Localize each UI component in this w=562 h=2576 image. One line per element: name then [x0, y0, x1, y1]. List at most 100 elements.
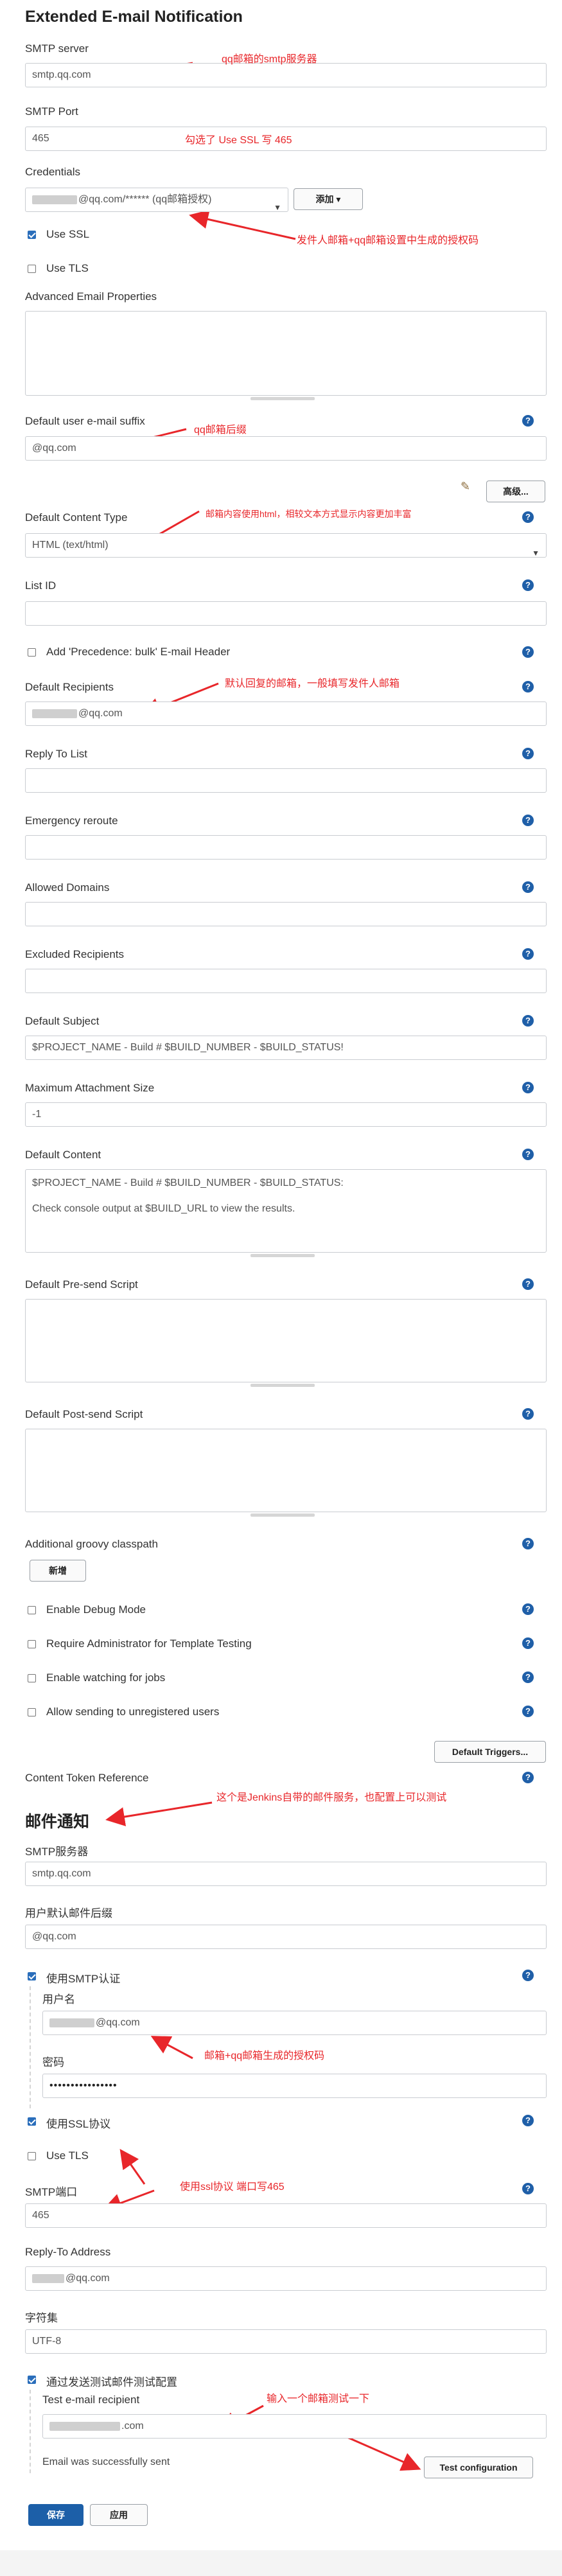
mail-smtp-server-input[interactable]: smtp.qq.com — [25, 1862, 547, 1886]
reply-to-list-label: Reply To List — [25, 748, 88, 760]
username-input[interactable]: @qq.com — [42, 2011, 547, 2035]
max-attachment-input[interactable]: -1 — [25, 1102, 547, 1127]
charset-label: 字符集 — [25, 2312, 58, 2324]
help-icon[interactable]: ? — [522, 1603, 534, 1615]
mail-smtp-port-input[interactable]: 465 — [25, 2203, 547, 2228]
help-icon[interactable]: ? — [522, 1672, 534, 1683]
resize-grip[interactable] — [250, 1513, 315, 1517]
password-input[interactable]: •••••••••••••••• — [42, 2074, 547, 2098]
smtp-auth-label: 使用SMTP认证 — [46, 1973, 121, 1985]
charset-input[interactable]: UTF-8 — [25, 2329, 547, 2354]
password-note: 邮箱+qq邮箱生成的授权码 — [204, 2051, 325, 2061]
help-icon[interactable]: ? — [522, 748, 534, 759]
mail-smtp-port-note: 使用ssl协议 端口写465 — [180, 2182, 285, 2192]
mail-tls-checkbox[interactable] — [28, 2152, 36, 2160]
require-admin-label: Require Administrator for Template Testi… — [46, 1637, 252, 1650]
default-recipients-label: Default Recipients — [25, 681, 114, 693]
resize-grip[interactable] — [250, 1384, 315, 1387]
help-icon[interactable]: ? — [522, 2183, 534, 2194]
smtp-server-input[interactable]: smtp.qq.com — [25, 63, 547, 87]
default-subject-input[interactable]: $PROJECT_NAME - Build # $BUILD_NUMBER - … — [25, 1036, 547, 1060]
mail-tls-label: Use TLS — [46, 2149, 89, 2162]
use-tls-label: Use TLS — [46, 262, 89, 274]
require-admin-checkbox[interactable] — [28, 1640, 36, 1648]
unregistered-users-checkbox[interactable] — [28, 1708, 36, 1716]
default-triggers-button[interactable]: Default Triggers... — [434, 1741, 546, 1763]
help-icon[interactable]: ? — [522, 1538, 534, 1549]
default-recipients-input[interactable]: @qq.com — [25, 701, 547, 726]
help-icon[interactable]: ? — [522, 681, 534, 693]
save-button[interactable]: 保存 — [28, 2504, 83, 2526]
resize-grip[interactable] — [250, 1254, 315, 1257]
use-ssl-checkbox[interactable] — [28, 231, 36, 239]
test-send-label: 通过发送测试邮件测试配置 — [46, 2376, 177, 2388]
help-icon[interactable]: ? — [522, 2115, 534, 2126]
default-content-line2: Check console output at $BUILD_URL to vi… — [32, 1203, 295, 1214]
page-title: Extended E-mail Notification — [25, 8, 243, 26]
content-type-select[interactable]: HTML (text/html) ▼ — [25, 533, 547, 558]
redacted-email — [32, 2273, 64, 2283]
default-suffix-input[interactable]: @qq.com — [25, 436, 547, 461]
apply-button[interactable]: 应用 — [90, 2504, 148, 2526]
help-icon[interactable]: ? — [522, 1706, 534, 1717]
use-ssl-label: Use SSL — [46, 228, 90, 240]
chevron-down-icon: ▼ — [532, 549, 540, 558]
presend-script-textarea[interactable] — [25, 1299, 547, 1382]
credentials-select[interactable]: @qq.com/****** (qq邮箱授权) ▼ — [25, 188, 288, 212]
default-content-label: Default Content — [25, 1149, 101, 1161]
help-icon[interactable]: ? — [522, 415, 534, 427]
list-id-input[interactable] — [25, 601, 547, 626]
advanced-button[interactable]: 高级... — [486, 481, 545, 502]
allowed-domains-input[interactable] — [25, 902, 547, 926]
footer-bar — [0, 2550, 562, 2576]
mail-ssl-checkbox[interactable] — [28, 2117, 36, 2126]
excluded-recipients-input[interactable] — [25, 969, 547, 993]
reply-to-input[interactable]: @qq.com — [25, 2266, 547, 2291]
resize-grip[interactable] — [250, 397, 315, 400]
list-id-label: List ID — [25, 579, 57, 592]
test-recipient-input[interactable]: .com — [42, 2414, 547, 2439]
help-icon[interactable]: ? — [522, 1772, 534, 1783]
smtp-auth-checkbox[interactable] — [28, 1972, 36, 1981]
precedence-checkbox[interactable] — [28, 648, 36, 657]
use-tls-checkbox[interactable] — [28, 265, 36, 273]
help-icon[interactable]: ? — [522, 815, 534, 826]
test-configuration-button[interactable]: Test configuration — [424, 2457, 533, 2478]
advanced-props-label: Advanced Email Properties — [25, 290, 157, 303]
test-send-checkbox[interactable] — [28, 2376, 36, 2384]
help-icon[interactable]: ? — [522, 1408, 534, 1420]
help-icon[interactable]: ? — [522, 948, 534, 960]
help-icon[interactable]: ? — [522, 1637, 534, 1649]
test-group-indicator — [30, 2390, 31, 2473]
default-content-textarea[interactable]: $PROJECT_NAME - Build # $BUILD_NUMBER - … — [25, 1169, 547, 1253]
mail-suffix-input[interactable]: @qq.com — [25, 1925, 547, 1949]
help-icon[interactable]: ? — [522, 1278, 534, 1290]
help-icon[interactable]: ? — [522, 1970, 534, 1981]
notepad-icon: ✎ — [461, 480, 471, 493]
debug-mode-checkbox[interactable] — [28, 1606, 36, 1614]
watching-jobs-checkbox[interactable] — [28, 1674, 36, 1682]
add-credentials-button[interactable]: 添加 ▾ — [294, 188, 363, 210]
help-icon[interactable]: ? — [522, 1082, 534, 1093]
smtp-server-note: qq邮箱的smtp服务器 — [222, 54, 317, 65]
help-icon[interactable]: ? — [522, 1015, 534, 1027]
max-attachment-label: Maximum Attachment Size — [25, 1082, 155, 1094]
help-icon[interactable]: ? — [522, 579, 534, 591]
mail-smtp-server-label: SMTP服务器 — [25, 1846, 89, 1858]
smtp-port-label: SMTP Port — [25, 105, 78, 118]
postsend-script-textarea[interactable] — [25, 1429, 547, 1512]
mail-section-title: 邮件通知 — [25, 1813, 90, 1831]
content-type-label: Default Content Type — [25, 511, 128, 524]
reply-to-list-input[interactable] — [25, 768, 547, 793]
add-classpath-button[interactable]: 新增 — [30, 1560, 86, 1582]
allowed-domains-label: Allowed Domains — [25, 881, 110, 894]
help-icon[interactable]: ? — [522, 881, 534, 893]
help-icon[interactable]: ? — [522, 646, 534, 658]
emergency-reroute-input[interactable] — [25, 835, 547, 860]
redacted-email — [32, 195, 77, 204]
advanced-props-textarea[interactable] — [25, 311, 547, 396]
help-icon[interactable]: ? — [522, 511, 534, 523]
default-content-line1: $PROJECT_NAME - Build # $BUILD_NUMBER - … — [32, 1178, 344, 1188]
help-icon[interactable]: ? — [522, 1149, 534, 1160]
excluded-recipients-label: Excluded Recipients — [25, 948, 125, 960]
